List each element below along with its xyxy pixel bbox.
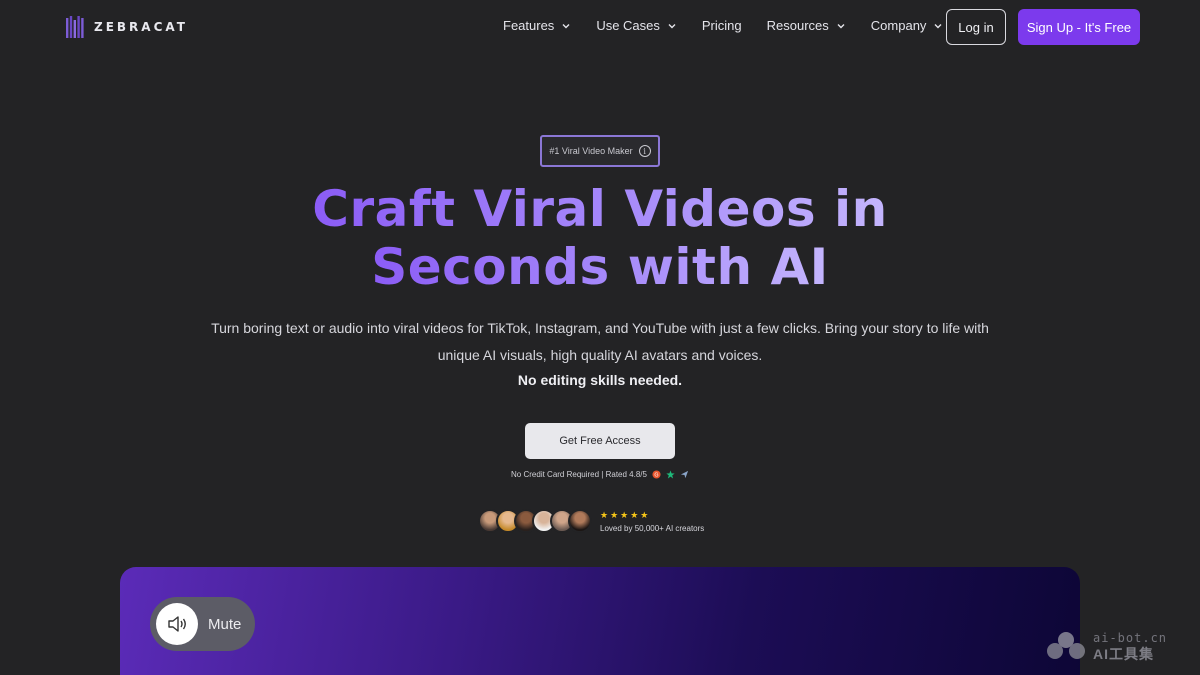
- menu-item-label: Pricing: [701, 18, 742, 33]
- chevron-down-icon: [562, 23, 570, 28]
- mute-button[interactable]: Mute: [150, 597, 255, 651]
- loved-by-text: Loved by 50,000+ AI creators: [600, 523, 705, 533]
- chevron-down-icon: [837, 23, 845, 28]
- chevron-down-icon: [668, 23, 676, 28]
- menu-item-label: Features: [503, 18, 555, 33]
- proof-text: ★★★★★ Loved by 50,000+ AI creators: [600, 510, 704, 533]
- watermark-domain: ai-bot.cn: [1093, 631, 1168, 645]
- mute-label: Mute: [208, 615, 242, 633]
- menu-item-label: Use Cases: [596, 18, 660, 33]
- capterra-icon: [680, 470, 689, 479]
- social-proof: ★★★★★ Loved by 50,000+ AI creators: [478, 507, 704, 535]
- hero-badge-label: #1 Viral Video Maker: [549, 146, 633, 156]
- hero-headline-line2: Seconds with AI: [371, 238, 829, 296]
- trustpilot-star-icon: [666, 470, 675, 479]
- hero-headline: Craft Viral Videos in Seconds with AI: [0, 180, 1200, 296]
- menu-item-label: Resources: [766, 18, 829, 33]
- menu-item-use-cases[interactable]: Use Cases: [596, 18, 677, 33]
- demo-video-panel[interactable]: [120, 567, 1080, 675]
- speaker-icon: [156, 603, 198, 645]
- avatar: [568, 509, 592, 533]
- star-rating: ★★★★★: [600, 509, 651, 520]
- hero-badge: #1 Viral Video Maker i: [540, 135, 660, 167]
- hero-subtitle: Turn boring text or audio into viral vid…: [211, 320, 989, 363]
- logo-text: ZEBRACAT: [94, 20, 188, 34]
- watermark: ai-bot.cn AI工具集: [1045, 630, 1167, 662]
- watermark-title: AI工具集: [1093, 646, 1154, 662]
- login-button[interactable]: Log in: [946, 9, 1006, 45]
- menu-item-label: Company: [870, 18, 927, 33]
- top-nav: ZEBRACAT Features Use Cases Pricing Reso…: [0, 0, 1200, 56]
- get-free-access-button[interactable]: Get Free Access: [525, 423, 675, 459]
- zebracat-logo-icon: [66, 16, 84, 38]
- creator-avatars: [478, 509, 592, 533]
- hero-headline-line1: Craft Viral Videos in: [312, 180, 888, 238]
- chevron-down-icon: [934, 23, 942, 28]
- signup-button[interactable]: Sign Up - It's Free: [1018, 9, 1140, 45]
- menu-item-pricing[interactable]: Pricing: [702, 18, 742, 33]
- watermark-logo-icon: [1047, 632, 1085, 659]
- logo[interactable]: ZEBRACAT: [66, 15, 188, 39]
- g2-icon: G: [652, 470, 661, 479]
- info-icon[interactable]: i: [638, 145, 651, 157]
- menu-item-resources[interactable]: Resources: [767, 18, 846, 33]
- rating-line: No Credit Card Required | Rated 4.8/5 G: [0, 470, 1200, 479]
- menu-item-features[interactable]: Features: [503, 18, 571, 33]
- hero-subtitle-bold: No editing skills needed.: [517, 372, 683, 388]
- rating-text: No Credit Card Required | Rated 4.8/5: [511, 470, 647, 479]
- main-menu: Features Use Cases Pricing Resources Com…: [503, 18, 943, 33]
- menu-item-company[interactable]: Company: [871, 18, 944, 33]
- svg-text:G: G: [654, 472, 658, 478]
